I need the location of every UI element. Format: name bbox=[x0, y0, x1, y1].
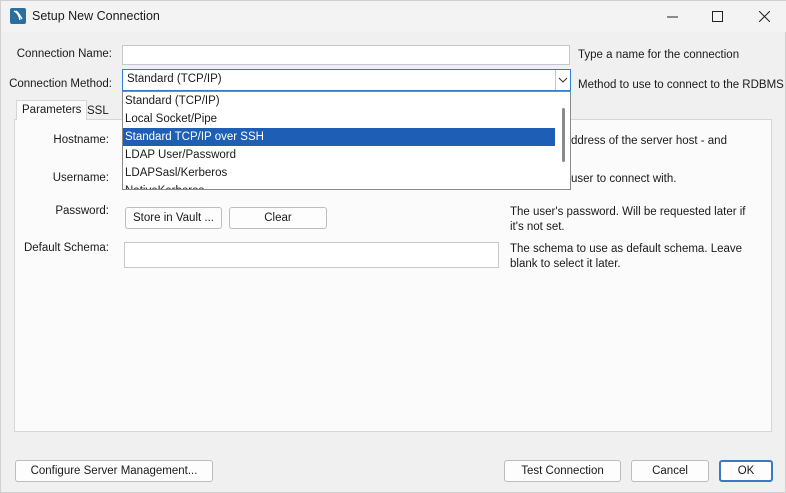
maximize-button[interactable] bbox=[694, 1, 740, 32]
maximize-icon bbox=[711, 11, 723, 22]
dropdown-option-ldap-user-password[interactable]: LDAP User/Password bbox=[123, 146, 555, 164]
username-label: Username: bbox=[52, 172, 109, 184]
title-bar: Setup New Connection bbox=[1, 1, 786, 32]
dropdown-arrow-button[interactable] bbox=[555, 70, 570, 90]
connection-method-dropdown: Standard (TCP/IP) Local Socket/Pipe Stan… bbox=[122, 91, 571, 190]
password-hint: The user's password. Will be requested l… bbox=[510, 206, 746, 233]
minimize-button[interactable] bbox=[649, 1, 695, 32]
clear-password-button[interactable]: Clear bbox=[229, 207, 327, 229]
window-title: Setup New Connection bbox=[32, 9, 160, 23]
connection-method-label: Connection Method: bbox=[9, 78, 112, 90]
dropdown-option-tcpip-over-ssh[interactable]: Standard TCP/IP over SSH bbox=[123, 128, 555, 146]
connection-name-hint: Type a name for the connection bbox=[578, 49, 740, 61]
close-button[interactable] bbox=[741, 1, 786, 32]
connection-method-value: Standard (TCP/IP) bbox=[127, 73, 222, 85]
configure-server-management-button[interactable]: Configure Server Management... bbox=[15, 460, 213, 482]
password-label: Password: bbox=[55, 205, 109, 217]
store-in-vault-button[interactable]: Store in Vault ... bbox=[125, 207, 222, 229]
close-icon bbox=[758, 10, 770, 23]
connection-method-hint: Method to use to connect to the RDBMS bbox=[578, 79, 784, 91]
hostname-hint: ddress of the server host - and bbox=[571, 135, 727, 147]
dropdown-option-standard-tcpip[interactable]: Standard (TCP/IP) bbox=[123, 92, 555, 110]
minimize-icon bbox=[666, 16, 678, 18]
default-schema-input[interactable] bbox=[124, 242, 499, 268]
ok-button[interactable]: OK bbox=[719, 460, 773, 482]
default-schema-hint: The schema to use as default schema. Lea… bbox=[510, 243, 743, 270]
connection-name-input[interactable] bbox=[122, 45, 570, 65]
setup-connection-window: Setup New Connection Connection Name: Ty… bbox=[0, 0, 786, 493]
dropdown-option-ldap-sasl-kerberos[interactable]: LDAPSasl/Kerberos bbox=[123, 164, 555, 182]
test-connection-button[interactable]: Test Connection bbox=[504, 460, 621, 482]
hostname-label: Hostname: bbox=[53, 134, 109, 146]
dropdown-option-local-socket[interactable]: Local Socket/Pipe bbox=[123, 110, 555, 128]
dropdown-scrollbar-thumb[interactable] bbox=[562, 108, 565, 162]
connection-method-select[interactable]: Standard (TCP/IP) bbox=[122, 69, 571, 91]
mysql-workbench-icon bbox=[10, 8, 26, 24]
connection-name-label: Connection Name: bbox=[16, 48, 112, 60]
cancel-button[interactable]: Cancel bbox=[631, 460, 709, 482]
chevron-down-icon bbox=[558, 77, 568, 83]
username-hint: user to connect with. bbox=[571, 173, 677, 185]
default-schema-label: Default Schema: bbox=[23, 242, 109, 254]
dropdown-option-native-kerberos[interactable]: NativeKerberos bbox=[123, 182, 555, 189]
tab-parameters[interactable]: Parameters bbox=[16, 100, 88, 120]
dropdown-scrollbar[interactable] bbox=[556, 92, 570, 189]
